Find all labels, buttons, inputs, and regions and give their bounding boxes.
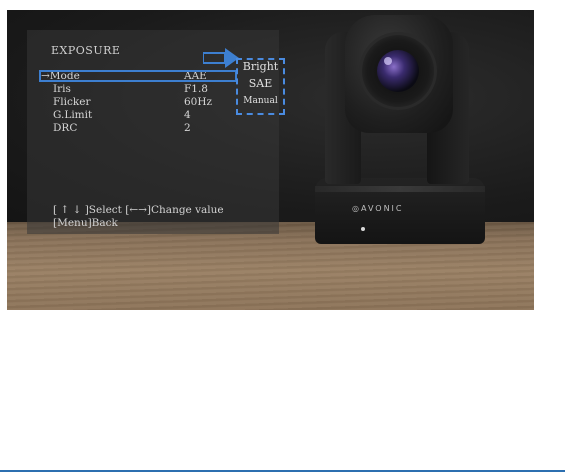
selected-row-highlight: [39, 70, 237, 82]
osd-row-value: F1.8: [184, 83, 208, 95]
status-led: [361, 227, 365, 231]
mode-option-manual[interactable]: Manual: [238, 96, 283, 106]
lens-glint: [384, 57, 392, 65]
camera-lens-glass: [377, 50, 419, 92]
camera-photo: ◎AVONIC EXPOSURE →Mode AAE Iris F1.8 Fli…: [7, 10, 534, 310]
osd-row-value: 60Hz: [184, 96, 213, 108]
osd-help-select: [ ↑ ↓ ]Select [←→]Change value: [53, 204, 224, 216]
osd-row-label: Iris: [53, 83, 71, 95]
osd-row-label: DRC: [53, 122, 78, 134]
osd-help-back: [Menu]Back: [53, 217, 118, 229]
camera-base-ring: [315, 186, 485, 192]
osd-row-label: Flicker: [53, 96, 91, 108]
osd-row-drc[interactable]: DRC 2: [27, 122, 279, 134]
camera-brand-logo: ◎AVONIC: [352, 204, 404, 213]
osd-row-value: 4: [184, 109, 191, 121]
osd-row-value: 2: [184, 122, 191, 134]
osd-row-label: G.Limit: [53, 109, 93, 121]
mode-option-sae[interactable]: SAE: [238, 77, 283, 90]
osd-title: EXPOSURE: [51, 44, 121, 57]
mode-option-bright[interactable]: Bright: [238, 60, 283, 73]
